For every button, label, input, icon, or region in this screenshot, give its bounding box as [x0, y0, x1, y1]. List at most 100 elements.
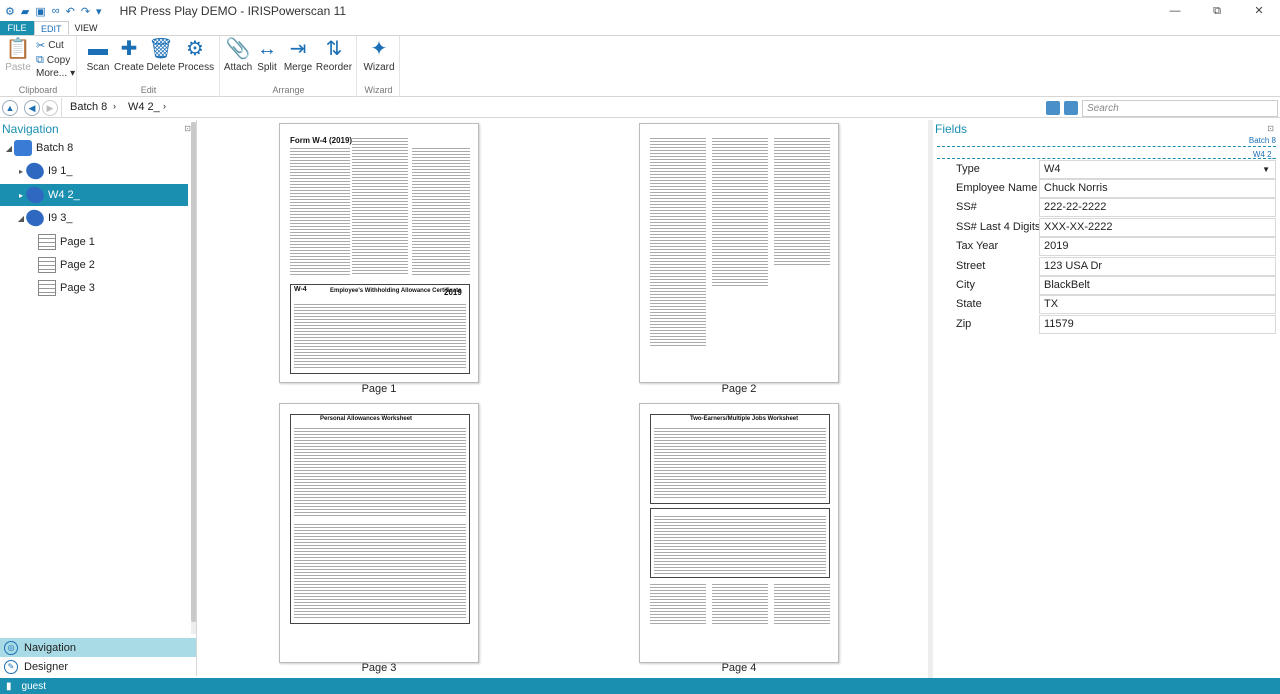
- field-state: State TX: [933, 295, 1280, 315]
- paste-button[interactable]: 📋 Paste: [4, 38, 32, 73]
- attach-button[interactable]: 📎 Attach: [223, 38, 253, 73]
- page-icon: [38, 280, 56, 296]
- tab-file[interactable]: FILE: [0, 21, 34, 35]
- page-label: Page 2: [721, 383, 757, 395]
- split-icon: ↔: [257, 38, 277, 60]
- plus-icon: ✚: [120, 38, 138, 60]
- previous-field-icon[interactable]: [1046, 101, 1060, 115]
- redo-icon[interactable]: ↷: [81, 5, 90, 18]
- document-icon: [23, 183, 47, 207]
- field-tax-year: Tax Year 2019: [933, 237, 1280, 257]
- breadcrumb-doc[interactable]: W4 2_: [128, 101, 160, 113]
- up-icon[interactable]: ▲: [2, 100, 18, 116]
- tab-view[interactable]: VIEW: [69, 21, 104, 35]
- page-label: Page 4: [721, 662, 757, 674]
- customize-icon[interactable]: ▾: [96, 5, 102, 18]
- title-bar: ⚙ ▰ ▣ ∞ ↶ ↷ ▾ HR Press Play DEMO - IRISP…: [0, 0, 1280, 22]
- navigation-scrollbar[interactable]: [191, 122, 196, 634]
- reorder-button[interactable]: ⇅ Reorder: [315, 38, 353, 73]
- page-thumbnail[interactable]: Form W-4 (2019) W-4 Employee's Withholdi…: [279, 123, 479, 383]
- cut-icon: ✂: [36, 40, 46, 52]
- city-input[interactable]: BlackBelt: [1039, 276, 1276, 295]
- pin-icon[interactable]: ⊡: [184, 124, 191, 133]
- merge-button[interactable]: ⇥ Merge: [283, 38, 313, 73]
- expand-icon[interactable]: ◢: [4, 144, 14, 153]
- magic-wand-icon: ✦: [370, 38, 388, 60]
- expand-icon[interactable]: ◢: [16, 214, 26, 223]
- search-input[interactable]: Search: [1082, 100, 1278, 117]
- next-field-icon[interactable]: [1064, 101, 1078, 115]
- arrange-group-label: Arrange: [272, 85, 305, 95]
- ssn-last4-input[interactable]: XXX-XX-2222: [1039, 218, 1276, 237]
- copy-button[interactable]: ⧉ Copy: [36, 54, 70, 67]
- tree-item-document[interactable]: ◢ I9 3_: [16, 206, 188, 230]
- back-icon[interactable]: ◀: [24, 100, 40, 116]
- edit-group: ▬ Scan ✚ Create 🗑 Delete ⚙ Process Edit: [78, 36, 220, 97]
- compass-icon: ◎: [4, 640, 18, 655]
- field-employee-name: Employee Name Chuck Norris: [933, 179, 1280, 199]
- copy-icon: ⧉: [36, 54, 44, 66]
- employee-name-input[interactable]: Chuck Norris: [1039, 179, 1276, 198]
- collapse-icon[interactable]: ▸: [16, 191, 26, 200]
- tree-item-page[interactable]: Page 3: [38, 277, 188, 299]
- designer-pane-button[interactable]: ✎ Designer: [0, 657, 197, 676]
- open-icon[interactable]: ▰: [21, 5, 29, 18]
- undo-icon[interactable]: ↶: [66, 5, 75, 18]
- state-input[interactable]: TX: [1039, 295, 1276, 314]
- wizard-group-label: Wizard: [364, 85, 393, 95]
- tree-item-page[interactable]: Page 1: [38, 231, 188, 253]
- breadcrumb-separator-icon: ›: [113, 101, 116, 111]
- clipboard-group-label: Clipboard: [18, 85, 58, 95]
- wizard-button[interactable]: ✦ Wizard: [362, 38, 396, 73]
- tree-item-document-selected[interactable]: ▸ W4 2_: [0, 183, 188, 207]
- navigation-pane-button[interactable]: ◎ Navigation: [0, 638, 197, 657]
- field-city: City BlackBelt: [933, 276, 1280, 296]
- process-button[interactable]: ⚙ Process: [178, 38, 214, 73]
- cut-button[interactable]: ✂ Cut: [36, 39, 64, 52]
- link-icon[interactable]: ∞: [52, 5, 60, 17]
- close-button[interactable]: ✕: [1238, 0, 1280, 22]
- page-thumbnail[interactable]: Personal Allowances Worksheet: [279, 403, 479, 663]
- scan-button[interactable]: ▬ Scan: [84, 38, 112, 73]
- scan-icon: ▬: [88, 38, 108, 60]
- status-user: guest: [21, 680, 46, 692]
- field-street: Street 123 USA Dr: [933, 257, 1280, 277]
- tax-year-input[interactable]: 2019: [1039, 237, 1276, 256]
- breadcrumb-separator-icon: ›: [163, 101, 166, 111]
- page-icon: [38, 234, 56, 250]
- page-thumbnail[interactable]: [639, 123, 839, 383]
- street-input[interactable]: 123 USA Dr: [1039, 257, 1276, 276]
- ribbon-tabs: FILE EDIT VIEW: [0, 21, 1280, 36]
- type-select[interactable]: W4 ▼: [1039, 160, 1276, 179]
- breadcrumb-batch[interactable]: Batch 8: [70, 101, 107, 113]
- ribbon: 📋 Paste ✂ Cut ⧉ Copy More... ▾ Clipboard ▬ S…: [0, 36, 1280, 97]
- tree-item-batch[interactable]: ◢ Batch 8: [4, 137, 192, 159]
- page-thumbnails-area: Form W-4 (2019) W-4 Employee's Withholdi…: [200, 120, 928, 678]
- app-logo-icon: ⚙: [5, 5, 15, 18]
- tree-item-document[interactable]: ▸ I9 1_: [16, 159, 188, 183]
- minimize-button[interactable]: —: [1154, 0, 1196, 22]
- restore-button[interactable]: ⧉: [1196, 0, 1238, 22]
- merge-icon: ⇥: [289, 38, 307, 60]
- forward-icon[interactable]: ▶: [42, 100, 58, 116]
- chevron-down-icon: ▼: [1262, 165, 1270, 174]
- tree-item-page[interactable]: Page 2: [38, 254, 188, 276]
- zip-input[interactable]: 11579: [1039, 315, 1276, 334]
- gears-icon: ⚙: [186, 38, 204, 60]
- pin-icon[interactable]: ⊡: [1267, 124, 1274, 133]
- breadcrumb-bar: ▲ ◀ ▶ Batch 8 › W4 2_ › Search: [0, 98, 1280, 118]
- navigation-panel: Navigation ⊡ ◢ Batch 8 ▸ I9 1_ ▸ W4 2_ ◢…: [0, 120, 197, 638]
- delete-button[interactable]: 🗑 Delete: [146, 38, 176, 73]
- save-icon[interactable]: ▣: [35, 5, 45, 18]
- ssn-input[interactable]: 222-22-2222: [1039, 198, 1276, 217]
- field-ssn-last4: SS# Last 4 Digits XXX-XX-2222: [933, 218, 1280, 238]
- more-button[interactable]: More... ▾: [36, 68, 75, 79]
- create-button[interactable]: ✚ Create: [114, 38, 144, 73]
- wizard-group: ✦ Wizard Wizard: [358, 36, 400, 97]
- split-button[interactable]: ↔ Split: [253, 38, 281, 73]
- page-thumbnail[interactable]: Two-Earners/Multiple Jobs Worksheet: [639, 403, 839, 663]
- field-type: Type W4 ▼: [933, 160, 1280, 180]
- reorder-icon: ⇅: [325, 38, 343, 60]
- collapse-icon[interactable]: ▸: [16, 167, 26, 176]
- tab-edit[interactable]: EDIT: [34, 21, 69, 35]
